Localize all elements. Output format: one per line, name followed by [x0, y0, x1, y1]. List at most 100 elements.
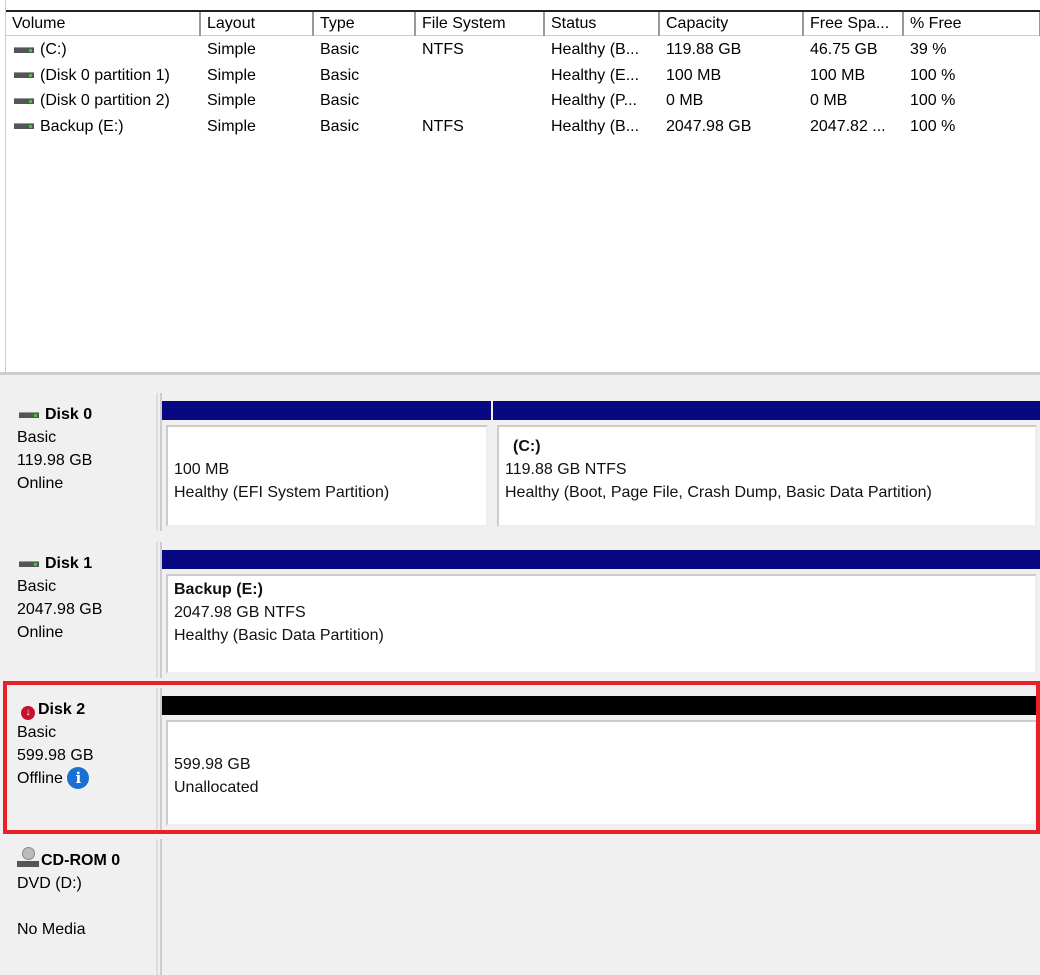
disk-type: DVD (D:)	[17, 875, 82, 892]
cell-text: NTFS	[422, 41, 464, 58]
cell-6: 46.75 GB	[804, 37, 878, 62]
disk-status: Online	[17, 475, 64, 492]
cell-text: 100 %	[910, 117, 956, 135]
partition-size: 119.88 GB NTFS	[505, 461, 627, 478]
disk-status: No Media	[17, 921, 86, 938]
partition-status: Healthy (Basic Data Partition)	[174, 627, 384, 644]
pane-splitter[interactable]	[0, 372, 1040, 384]
col-free-space[interactable]: Free Spa...	[804, 12, 904, 36]
col-capacity[interactable]: Capacity	[660, 12, 804, 36]
cell-text: NTFS	[422, 117, 464, 135]
partition-c[interactable]: (C:) 119.88 GB NTFS Healthy (Boot, Page Fi…	[493, 401, 1040, 531]
cell-text: 100 MB	[666, 66, 722, 84]
cell-4: Healthy (B...	[545, 37, 639, 62]
volume-row[interactable]: (C:) Simple Basic NTFS Healthy (B... 119.88 G…	[6, 37, 1040, 62]
cell-text: Simple	[207, 41, 256, 58]
partition-size: 100 MB	[174, 461, 230, 478]
cell-3: NTFS	[416, 37, 464, 62]
cell-0: (Disk 0 partition 2)	[6, 88, 170, 113]
cell-4: Healthy (E...	[545, 63, 639, 88]
disk-graphical-view: Disk 0 Basic 119.98 GB Online 100 MB Heal…	[0, 384, 1040, 975]
cell-text: (Disk 0 partition 2)	[40, 92, 170, 109]
disk-type: Basic	[17, 578, 57, 595]
cell-5: 119.88 GB	[660, 37, 741, 62]
volume-row[interactable]: (Disk 0 partition 1) Simple Basic Healthy (…	[6, 63, 1040, 88]
drive-icon	[19, 560, 39, 567]
cell-text: Simple	[207, 92, 256, 109]
disk-0-row: Disk 0 Basic 119.98 GB Online 100 MB Heal…	[5, 393, 1040, 531]
cell-7: 100 %	[904, 114, 955, 139]
col-status[interactable]: Status	[545, 12, 660, 36]
cell-text: 46.75 GB	[810, 41, 878, 58]
partition-backup-e[interactable]: Backup (E:) 2047.98 GB NTFS Healthy (Basic…	[162, 550, 1040, 678]
cell-6: 2047.82 ...	[804, 114, 886, 139]
cell-6: 0 MB	[804, 88, 847, 113]
cell-5: 2047.98 GB	[660, 114, 751, 139]
cell-text: 100 %	[910, 66, 956, 84]
cell-1: Simple	[201, 63, 256, 88]
disk-name: Disk 0	[45, 406, 93, 423]
partition-status: Healthy (EFI System Partition)	[174, 484, 390, 501]
cell-1: Simple	[201, 88, 256, 113]
cell-2: Basic	[314, 114, 359, 139]
disk-1-label[interactable]: Disk 1 Basic 2047.98 GB Online	[5, 542, 158, 678]
cell-4: Healthy (B...	[545, 114, 639, 139]
disk-0-label[interactable]: Disk 0 Basic 119.98 GB Online	[5, 393, 158, 531]
volume-row[interactable]: (Disk 0 partition 2) Simple Basic Healthy (…	[6, 88, 1040, 113]
cell-text: Healthy (P...	[551, 92, 637, 109]
disk-name: Disk 1	[45, 555, 93, 572]
cell-1: Simple	[201, 114, 256, 139]
cell-3: NTFS	[416, 114, 464, 139]
cell-7: 100 %	[904, 63, 955, 88]
cell-text: 0 MB	[666, 92, 704, 109]
cell-text: Healthy (B...	[551, 117, 640, 135]
disk-name: CD-ROM 0	[41, 852, 121, 869]
cell-text: 2047.82 ...	[810, 117, 886, 135]
cell-6: 100 MB	[804, 63, 865, 88]
col-percent-free[interactable]: % Free	[904, 12, 1040, 36]
cell-text: Healthy (B...	[551, 41, 640, 58]
col-volume[interactable]: Volume	[6, 12, 201, 36]
partition-efi[interactable]: 100 MB Healthy (EFI System Partition)	[162, 401, 491, 531]
disk-size: 119.98 GB	[17, 452, 93, 469]
cell-text: 100 MB	[810, 66, 866, 84]
cell-text: Healthy (E...	[551, 66, 640, 84]
drive-icon	[14, 123, 34, 130]
cell-text: Basic	[320, 92, 360, 109]
cell-0: (C:)	[6, 37, 67, 62]
highlight-box	[3, 681, 1040, 834]
partition-title: Backup (E:)	[174, 581, 263, 598]
drive-icon	[14, 72, 34, 79]
drive-icon	[19, 411, 39, 418]
column-header: Volume Layout Type File System Status Ca…	[6, 10, 1040, 36]
volume-row[interactable]: Backup (E:) Simple Basic NTFS Healthy (B... 2…	[6, 114, 1040, 139]
disk-type: Basic	[17, 429, 57, 446]
disk-size: 2047.98 GB	[17, 601, 103, 618]
cell-text: Basic	[320, 41, 360, 58]
cell-text: 100 %	[910, 92, 956, 109]
cell-0: (Disk 0 partition 1)	[6, 63, 170, 88]
col-type[interactable]: Type	[314, 12, 416, 36]
cell-1: Simple	[201, 37, 256, 62]
cell-text: Basic	[320, 117, 360, 135]
cell-text: 0 MB	[810, 92, 848, 109]
cell-4: Healthy (P...	[545, 88, 637, 113]
volume-list[interactable]: Volume Layout Type File System Status Ca…	[5, 0, 1040, 375]
cdrom-0-row: CD-ROM 0 DVD (D:) No Media	[5, 839, 1040, 975]
cell-text: 39 %	[910, 41, 947, 58]
drive-icon	[14, 97, 34, 104]
cell-text: (C:)	[40, 41, 67, 58]
cell-text: Backup (E:)	[40, 117, 124, 135]
cell-7: 100 %	[904, 88, 955, 113]
cell-text: Simple	[207, 117, 256, 135]
cdrom-0-label[interactable]: CD-ROM 0 DVD (D:) No Media	[5, 839, 158, 975]
cell-2: Basic	[314, 88, 359, 113]
partition-status: Healthy (Boot, Page File, Crash Dump, Ba…	[505, 484, 932, 501]
cell-5: 0 MB	[660, 88, 703, 113]
col-layout[interactable]: Layout	[201, 12, 314, 36]
cell-text: Basic	[320, 66, 360, 84]
cdrom-icon	[17, 847, 39, 867]
disk-1-row: Disk 1 Basic 2047.98 GB Online Backup (E…	[5, 542, 1040, 678]
drive-icon	[14, 46, 34, 53]
col-file-system[interactable]: File System	[416, 12, 545, 36]
